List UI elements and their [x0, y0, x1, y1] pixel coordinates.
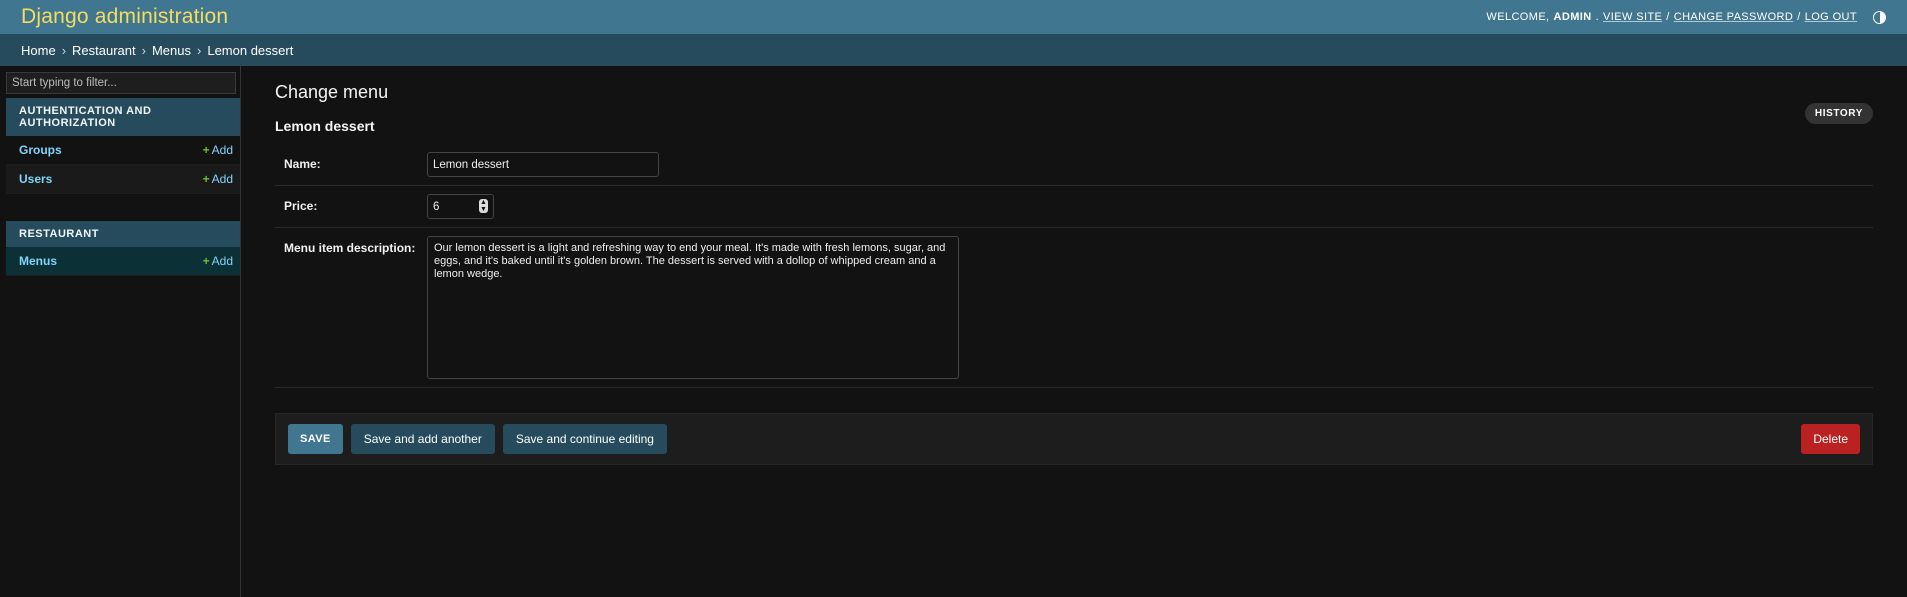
plus-icon: +	[202, 254, 210, 268]
breadcrumb-home[interactable]: Home	[21, 43, 56, 58]
price-label: Price:	[284, 199, 318, 213]
name-field[interactable]	[427, 152, 659, 177]
delete-button[interactable]: Delete	[1801, 424, 1860, 454]
plus-icon: +	[202, 172, 210, 186]
log-out-link[interactable]: LOG OUT	[1805, 11, 1857, 23]
breadcrumb-separator-icon: ›	[141, 42, 146, 58]
breadcrumb-separator-icon: ›	[61, 42, 67, 58]
save-button[interactable]: SAVE	[288, 424, 343, 454]
user-tools: WELCOME, ADMIN . VIEW SITE / CHANGE PASS…	[1486, 10, 1886, 24]
sidebar-item-users: Users + Add	[6, 165, 240, 194]
save-and-add-another-button[interactable]: Save and add another	[350, 424, 495, 454]
add-user-link[interactable]: + Add	[203, 172, 233, 186]
users-link[interactable]: Users	[19, 172, 52, 186]
nav-sidebar: AUTHENTICATION AND AUTHORIZATION Groups …	[0, 66, 241, 597]
form-row-price: Price: ▲▼	[275, 186, 1873, 228]
view-site-link[interactable]: VIEW SITE	[1603, 11, 1662, 23]
welcome-text: WELCOME,	[1486, 11, 1550, 23]
header: Django administration WELCOME, ADMIN . V…	[0, 0, 1907, 34]
form-row-name: Name:	[275, 144, 1873, 186]
name-label: Name:	[284, 157, 321, 171]
submit-row: SAVE Save and add another Save and conti…	[275, 413, 1873, 465]
theme-toggle-icon[interactable]	[1873, 10, 1886, 24]
breadcrumb-menus[interactable]: Menus	[152, 43, 191, 58]
form-row-description: Menu item description: Our lemon dessert…	[275, 228, 1873, 388]
change-form: Name: Price: ▲▼ Menu item description: O…	[275, 144, 1873, 388]
breadcrumb: Home › Restaurant › Menus › Lemon desser…	[0, 34, 1907, 66]
breadcrumb-current: Lemon dessert	[207, 42, 294, 58]
price-field-wrapper: ▲▼	[427, 194, 494, 219]
breadcrumb-restaurant[interactable]: Restaurant	[72, 43, 136, 58]
nav-filter-input[interactable]	[6, 72, 236, 94]
object-title: Lemon dessert	[275, 118, 375, 134]
history-button[interactable]: HISTORY	[1804, 103, 1873, 124]
site-name[interactable]: Django administration	[21, 5, 228, 29]
module-restaurant: RESTAURANT Menus + Add	[6, 221, 240, 276]
breadcrumb-separator-icon: ›	[197, 42, 202, 58]
username: ADMIN	[1553, 11, 1592, 23]
groups-link[interactable]: Groups	[19, 143, 62, 157]
plus-icon: +	[202, 143, 210, 157]
content: Change menu Lemon dessert HISTORY Name: …	[241, 66, 1907, 597]
module-caption[interactable]: AUTHENTICATION AND AUTHORIZATION	[6, 98, 240, 136]
number-spinner-icon[interactable]: ▲ ▼	[479, 199, 488, 213]
sidebar-item-menus: Menus + Add	[6, 247, 240, 276]
description-field[interactable]: Our lemon dessert is a light and refresh…	[427, 236, 959, 379]
menus-link[interactable]: Menus	[19, 254, 57, 268]
module-auth: AUTHENTICATION AND AUTHORIZATION Groups …	[6, 98, 240, 194]
sidebar-item-groups: Groups + Add	[6, 136, 240, 165]
page-title: Change menu	[275, 82, 389, 102]
change-password-link[interactable]: CHANGE PASSWORD	[1674, 11, 1793, 23]
module-caption[interactable]: RESTAURANT	[6, 221, 240, 247]
save-and-continue-button[interactable]: Save and continue editing	[502, 424, 667, 454]
description-label: Menu item description:	[284, 241, 416, 255]
add-menu-link[interactable]: + Add	[203, 254, 233, 268]
add-group-link[interactable]: + Add	[203, 143, 233, 157]
